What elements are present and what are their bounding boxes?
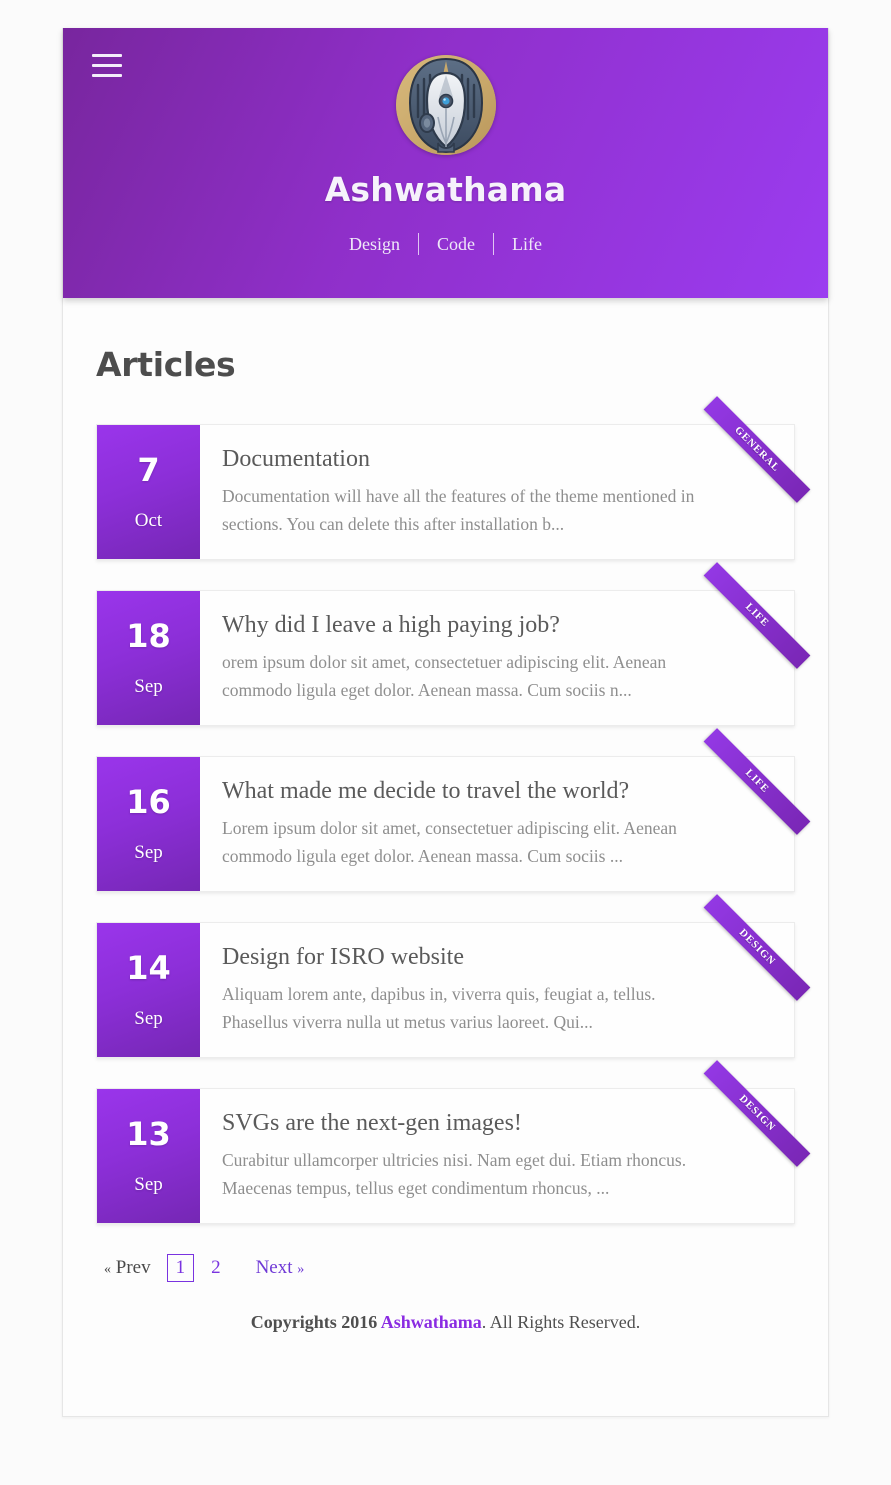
nav-item-design[interactable]: Design [331,235,418,253]
pagination-next[interactable]: Next » [256,1257,305,1279]
article-date-day: 13 [126,1115,171,1153]
article-date-month: Oct [134,510,163,531]
page-root: Ashwathama Design Code Life Articles 7 O… [0,0,891,1485]
site-header: Ashwathama Design Code Life [63,28,828,298]
copyright-suffix: . All Rights Reserved. [481,1312,641,1332]
article-body: Documentation Documentation will have al… [200,425,794,559]
pagination-page-2[interactable]: 2 [202,1255,230,1281]
page-title: Articles [96,345,236,384]
article-date-month: Sep [134,842,163,863]
article-card[interactable]: 13 Sep SVGs are the next-gen images! Cur… [96,1060,811,1224]
hamburger-bar [92,64,122,67]
hamburger-menu-icon[interactable] [92,54,122,77]
article-date-day: 16 [126,783,171,821]
hamburger-bar [92,74,122,77]
avatar [395,55,496,155]
article-excerpt: Curabitur ullamcorper ultricies nisi. Na… [222,1149,687,1199]
article-body: What made me decide to travel the world?… [200,757,794,891]
copyright-prefix: Copyrights 2016 [250,1312,381,1332]
article-excerpt: Aliquam lorem ante, dapibus in, viverra … [222,983,656,1033]
article-date-day: 18 [126,617,171,655]
article-date: 18 Sep [97,591,200,725]
article-date-month: Sep [134,676,163,697]
article-title[interactable]: What made me decide to travel the world? [222,777,704,806]
article-list: 7 Oct Documentation Documentation will h… [96,396,811,1224]
pagination-page-1[interactable]: 1 [166,1254,195,1282]
article-body: Design for ISRO website Aliquam lorem an… [200,923,794,1057]
site-footer: Copyrights 2016 Ashwathama. All Rights R… [96,1312,795,1333]
article-date-day: 14 [126,949,171,987]
article-title[interactable]: Documentation [222,445,704,474]
article-card[interactable]: 14 Sep Design for ISRO website Aliquam l… [96,894,811,1058]
article-date: 16 Sep [97,757,200,891]
pagination: « Prev 1 2 Next » [96,1254,795,1282]
article-excerpt: Lorem ipsum dolor sit amet, consectetuer… [222,817,677,867]
article-title[interactable]: Design for ISRO website [222,943,704,972]
article-card[interactable]: 16 Sep What made me decide to travel the… [96,728,811,892]
article-title[interactable]: SVGs are the next-gen images! [222,1109,704,1138]
article-body: Why did I leave a high paying job? orem … [200,591,794,725]
nav-item-life[interactable]: Life [494,235,560,253]
pagination-prev-label: Prev [115,1257,151,1278]
article-excerpt: orem ipsum dolor sit amet, consectetuer … [222,651,667,701]
article-card[interactable]: 7 Oct Documentation Documentation will h… [96,396,811,560]
article-excerpt: Documentation will have all the features… [222,485,695,535]
article-date: 7 Oct [97,425,200,559]
hamburger-bar [92,54,122,57]
next-chevron-icon: » [297,1262,305,1277]
main-nav: Design Code Life [63,233,828,255]
prev-chevron-icon: « [104,1262,111,1277]
pagination-next-label: Next [255,1257,293,1278]
site-title: Ashwathama [324,170,567,209]
article-date-day: 7 [137,451,160,489]
content-area: Articles 7 Oct Documentation Documentati… [63,345,828,1333]
pagination-prev[interactable]: « Prev [104,1257,151,1279]
footer-brand-link[interactable]: Ashwathama [381,1312,482,1332]
article-date: 13 Sep [97,1089,200,1223]
article-date-month: Sep [134,1008,163,1029]
article-date: 14 Sep [97,923,200,1057]
site-container: Ashwathama Design Code Life Articles 7 O… [62,28,829,1417]
article-date-month: Sep [134,1174,163,1195]
nav-item-code[interactable]: Code [419,235,493,253]
article-body: SVGs are the next-gen images! Curabitur … [200,1089,794,1223]
article-title[interactable]: Why did I leave a high paying job? [222,611,704,640]
article-card[interactable]: 18 Sep Why did I leave a high paying job… [96,562,811,726]
